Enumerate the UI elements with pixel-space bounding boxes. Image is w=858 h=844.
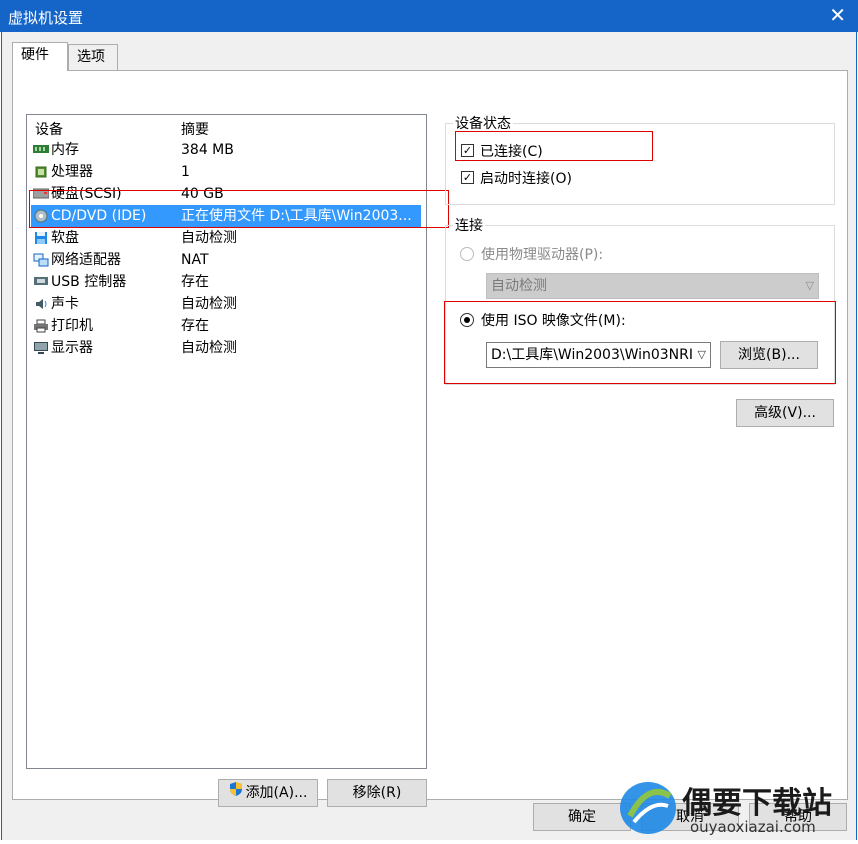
device-summary: 正在使用文件 D:\工具库\Win2003... (181, 208, 412, 224)
tab-options[interactable]: 选项 (68, 44, 118, 70)
chevron-down-icon: ▽ (805, 279, 814, 292)
device-list[interactable]: 设备 摘要 内存 384 MB 处理器 1 硬盘(SCSI) 40 GB CD/… (26, 114, 427, 769)
chevron-down-icon: ▽ (694, 343, 706, 367)
printer-icon (33, 319, 49, 333)
floppy-icon (33, 231, 49, 245)
title-bar: 虚拟机设置 ✕ (0, 0, 858, 32)
device-summary: 384 MB (181, 142, 234, 158)
device-name: USB 控制器 (51, 274, 127, 290)
device-name: 打印机 (51, 318, 93, 334)
add-device-button[interactable]: 添加(A)... (218, 779, 318, 807)
cd-dvd-icon (33, 209, 49, 223)
connect-at-power-on-checkbox[interactable]: ✓ (461, 171, 474, 184)
close-icon[interactable]: ✕ (829, 4, 846, 26)
device-row-memory[interactable]: 内存 384 MB (31, 139, 421, 161)
device-name: 处理器 (51, 164, 93, 180)
device-summary: 自动检测 (181, 296, 237, 312)
device-row-cd-dvd[interactable]: CD/DVD (IDE) 正在使用文件 D:\工具库\Win2003... (31, 205, 421, 227)
processor-icon (33, 165, 49, 179)
dialog-client-area: 硬件 选项 设备 摘要 内存 384 MB 处理器 1 硬盘(SCSI) 40 … (1, 32, 857, 840)
device-status-group (445, 123, 835, 205)
advanced-button[interactable]: 高级(V)... (736, 399, 834, 427)
device-summary: 1 (181, 164, 190, 180)
device-name: 显示器 (51, 340, 93, 356)
device-summary: NAT (181, 252, 209, 268)
iso-path-value: D:\工具库\Win2003\Win03NRI (491, 347, 694, 363)
device-row-display[interactable]: 显示器 自动检测 (31, 337, 421, 359)
browse-button[interactable]: 浏览(B)... (720, 341, 818, 369)
display-icon (33, 341, 49, 355)
add-button-label: 添加(A)... (245, 785, 308, 801)
device-name: CD/DVD (IDE) (51, 208, 147, 224)
uac-shield-icon (229, 780, 243, 806)
connect-at-power-on-label[interactable]: 启动时连接(O) (480, 168, 572, 188)
device-row-hard-disk[interactable]: 硬盘(SCSI) 40 GB (31, 183, 421, 205)
device-row-sound-card[interactable]: 声卡 自动检测 (31, 293, 421, 315)
watermark-brand: 偶要下载站 (682, 786, 832, 821)
tab-hardware[interactable]: 硬件 (12, 42, 68, 71)
iso-image-label[interactable]: 使用 ISO 映像文件(M): (481, 310, 626, 330)
summary-column-header[interactable]: 摘要 (181, 119, 209, 139)
device-status-group-label: 设备状态 (453, 113, 513, 133)
device-summary: 40 GB (181, 186, 224, 202)
device-row-network-adapter[interactable]: 网络适配器 NAT (31, 249, 421, 271)
iso-image-radio[interactable] (460, 313, 474, 327)
connected-label[interactable]: 已连接(C) (480, 141, 543, 161)
device-summary: 存在 (181, 318, 209, 334)
usb-icon (33, 275, 49, 289)
connection-group-label: 连接 (453, 215, 485, 235)
window-title: 虚拟机设置 (8, 9, 84, 27)
sound-card-icon (33, 297, 49, 311)
site-watermark: 偶要下载站 ouyaoxiazai.com (612, 776, 858, 840)
hardware-panel: 设备 摘要 内存 384 MB 处理器 1 硬盘(SCSI) 40 GB CD/… (12, 70, 848, 807)
physical-drive-radio[interactable] (460, 247, 474, 261)
device-row-floppy[interactable]: 软盘 自动检测 (31, 227, 421, 249)
iso-path-combobox[interactable]: D:\工具库\Win2003\Win03NRI ▽ (486, 342, 711, 368)
device-row-printer[interactable]: 打印机 存在 (31, 315, 421, 337)
physical-drive-label[interactable]: 使用物理驱动器(P): (481, 244, 603, 264)
device-name: 硬盘(SCSI) (51, 186, 122, 202)
memory-icon (33, 143, 49, 157)
physical-drive-select[interactable]: 自动检测 ▽ (486, 273, 819, 299)
hard-disk-icon (32, 187, 50, 201)
network-adapter-icon (33, 253, 49, 267)
device-summary: 存在 (181, 274, 209, 290)
device-name: 内存 (51, 142, 79, 158)
device-name: 软盘 (51, 230, 79, 246)
device-row-usb[interactable]: USB 控制器 存在 (31, 271, 421, 293)
remove-device-button[interactable]: 移除(R) (327, 779, 427, 807)
device-name: 网络适配器 (51, 252, 121, 268)
watermark-url: ouyaoxiazai.com (690, 818, 816, 836)
connected-checkbox[interactable]: ✓ (461, 144, 474, 157)
device-summary: 自动检测 (181, 340, 237, 356)
physical-drive-value: 自动检测 (491, 278, 547, 294)
device-summary: 自动检测 (181, 230, 237, 246)
device-row-processor[interactable]: 处理器 1 (31, 161, 421, 183)
device-column-header[interactable]: 设备 (35, 119, 63, 139)
device-name: 声卡 (51, 296, 79, 312)
